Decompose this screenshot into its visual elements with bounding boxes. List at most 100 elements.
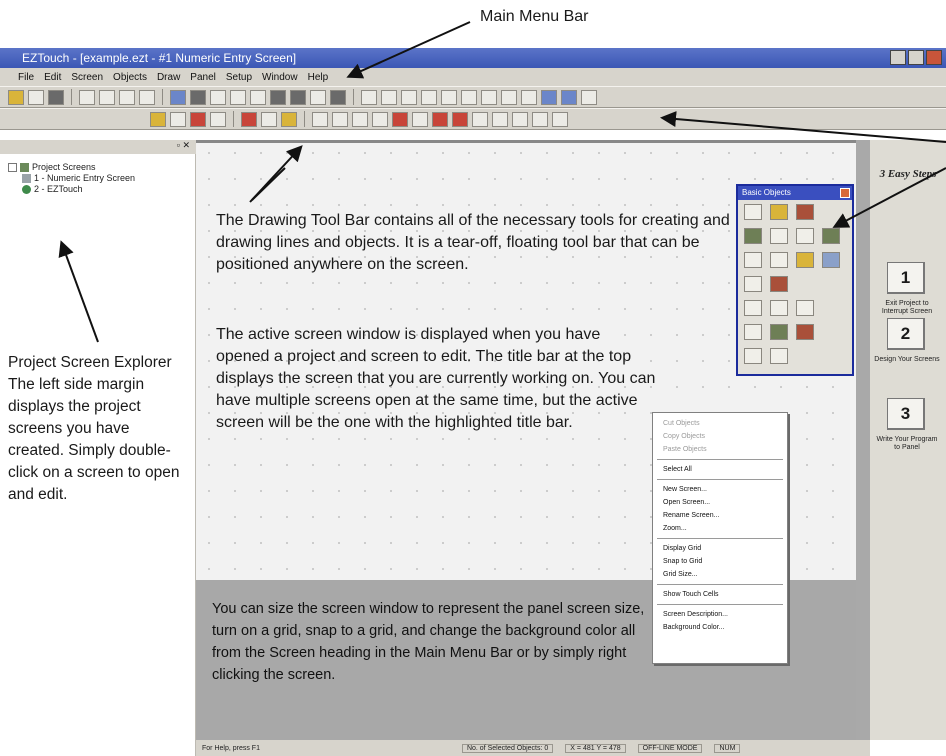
table-icon[interactable] bbox=[290, 89, 306, 105]
transfer-icon[interactable] bbox=[210, 89, 226, 105]
numeric-tool-icon[interactable] bbox=[796, 228, 814, 244]
switch-tool-icon[interactable] bbox=[744, 228, 762, 244]
menu-edit[interactable]: Edit bbox=[44, 72, 61, 83]
tree-item-screen-2[interactable]: 2 - EZTouch bbox=[8, 184, 135, 195]
objects-icon[interactable] bbox=[150, 111, 166, 127]
meter-tool-icon[interactable] bbox=[744, 300, 762, 316]
ctx-show-touch-cells[interactable]: Show Touch Cells bbox=[653, 588, 787, 601]
close-button[interactable] bbox=[926, 50, 942, 65]
minus-icon[interactable] bbox=[8, 163, 17, 172]
print-icon[interactable] bbox=[190, 89, 206, 105]
bitmap-icon[interactable] bbox=[241, 111, 257, 127]
selector-tool-icon[interactable] bbox=[770, 324, 788, 340]
pointer-icon[interactable] bbox=[312, 111, 328, 127]
ctx-grid-size[interactable]: Grid Size... bbox=[653, 568, 787, 581]
menu-draw[interactable]: Draw bbox=[157, 72, 180, 83]
menu-screen[interactable]: Screen bbox=[71, 72, 103, 83]
alarm-icon[interactable] bbox=[190, 111, 206, 127]
text-icon[interactable] bbox=[412, 111, 428, 127]
keypad-tool-icon[interactable] bbox=[770, 252, 788, 268]
send-back-icon[interactable] bbox=[561, 89, 577, 105]
thumbwheel-tool-icon[interactable] bbox=[744, 324, 762, 340]
copy-icon[interactable] bbox=[99, 89, 115, 105]
grid-icon[interactable] bbox=[270, 89, 286, 105]
label-tool-icon[interactable] bbox=[744, 252, 762, 268]
explorer-close-icon[interactable]: ▫ ✕ bbox=[177, 140, 190, 150]
light-tool-icon[interactable] bbox=[796, 252, 814, 268]
open-icon[interactable] bbox=[8, 89, 24, 105]
ctx-cut-objects[interactable]: Cut Objects bbox=[653, 417, 787, 430]
tag-icon[interactable] bbox=[170, 111, 186, 127]
step-1-button[interactable]: 1 bbox=[887, 262, 925, 294]
display-tool-icon[interactable] bbox=[822, 228, 840, 244]
clock-tool-icon[interactable] bbox=[744, 276, 762, 292]
lamp-tool-icon[interactable] bbox=[770, 204, 788, 220]
space-vertical-icon[interactable] bbox=[501, 89, 517, 105]
ctx-select-all[interactable]: Select All bbox=[653, 463, 787, 476]
maximize-button[interactable] bbox=[908, 50, 924, 65]
circle-tool-icon[interactable] bbox=[744, 204, 762, 220]
user-icon[interactable] bbox=[532, 111, 548, 127]
ctx-background-color[interactable]: Background Color... bbox=[653, 621, 787, 634]
help-pointer-icon[interactable] bbox=[230, 89, 246, 105]
menu-panel[interactable]: Panel bbox=[190, 72, 216, 83]
rectangle-icon[interactable] bbox=[352, 111, 368, 127]
menu-objects[interactable]: Objects bbox=[113, 72, 147, 83]
indicator-tool-icon[interactable] bbox=[796, 204, 814, 220]
snap-grid-icon[interactable] bbox=[310, 89, 326, 105]
fill-icon[interactable] bbox=[281, 111, 297, 127]
align-middle-icon[interactable] bbox=[441, 89, 457, 105]
space-horizontal-icon[interactable] bbox=[481, 89, 497, 105]
step-3-button[interactable]: 3 bbox=[887, 398, 925, 430]
indicator-icon[interactable] bbox=[452, 111, 468, 127]
step-2-button[interactable]: 2 bbox=[887, 318, 925, 350]
panel-icon[interactable] bbox=[581, 89, 597, 105]
ellipse-icon[interactable] bbox=[372, 111, 388, 127]
menu-help[interactable]: Help bbox=[308, 72, 329, 83]
align-center-icon[interactable] bbox=[381, 89, 397, 105]
ctx-screen-description[interactable]: Screen Description... bbox=[653, 608, 787, 621]
ctx-snap-to-grid[interactable]: Snap to Grid bbox=[653, 555, 787, 568]
undo-icon[interactable] bbox=[139, 89, 155, 105]
library-icon[interactable] bbox=[210, 111, 226, 127]
align-bottom-icon[interactable] bbox=[461, 89, 477, 105]
same-size-icon[interactable] bbox=[521, 89, 537, 105]
slider-tool-icon[interactable] bbox=[770, 228, 788, 244]
message-tool-icon[interactable] bbox=[822, 252, 840, 268]
picture-tool-icon[interactable] bbox=[770, 276, 788, 292]
tree-root[interactable]: Project Screens bbox=[8, 162, 135, 173]
screen-title-bar[interactable] bbox=[196, 140, 856, 143]
palette-title[interactable]: Basic Objects bbox=[738, 186, 852, 200]
display-icon[interactable] bbox=[472, 111, 488, 127]
minimize-button[interactable] bbox=[890, 50, 906, 65]
polygon-icon[interactable] bbox=[392, 111, 408, 127]
touch-cells-icon[interactable] bbox=[330, 89, 346, 105]
screen-icon[interactable] bbox=[170, 89, 186, 105]
button-object-icon[interactable] bbox=[432, 111, 448, 127]
chart-icon[interactable] bbox=[512, 111, 528, 127]
align-left-icon[interactable] bbox=[361, 89, 377, 105]
new-icon[interactable] bbox=[28, 89, 44, 105]
bring-front-icon[interactable] bbox=[541, 89, 557, 105]
zoom-icon[interactable] bbox=[250, 89, 266, 105]
more-tool-icon[interactable] bbox=[770, 348, 788, 364]
bargraph-tool-icon[interactable] bbox=[770, 300, 788, 316]
palette-close-icon[interactable] bbox=[840, 188, 850, 198]
ctx-open-screen[interactable]: Open Screen... bbox=[653, 496, 787, 509]
cut-icon[interactable] bbox=[79, 89, 95, 105]
goto-screen-tool-icon[interactable] bbox=[744, 348, 762, 364]
step-3[interactable]: 3 bbox=[887, 398, 925, 430]
tree-item-screen-1[interactable]: 1 - Numeric Entry Screen bbox=[8, 173, 135, 184]
alarm-tool-icon[interactable] bbox=[796, 324, 814, 340]
trend-tool-icon[interactable] bbox=[796, 300, 814, 316]
ctx-copy-objects[interactable]: Copy Objects bbox=[653, 430, 787, 443]
paste-icon[interactable] bbox=[119, 89, 135, 105]
step-1[interactable]: 1 bbox=[887, 262, 925, 294]
menu-window[interactable]: Window bbox=[262, 72, 298, 83]
ctx-display-grid[interactable]: Display Grid bbox=[653, 542, 787, 555]
align-right-icon[interactable] bbox=[401, 89, 417, 105]
line-icon[interactable] bbox=[332, 111, 348, 127]
save-icon[interactable] bbox=[48, 89, 64, 105]
basic-objects-palette[interactable]: Basic Objects bbox=[736, 184, 854, 376]
step-2[interactable]: 2 bbox=[887, 318, 925, 350]
